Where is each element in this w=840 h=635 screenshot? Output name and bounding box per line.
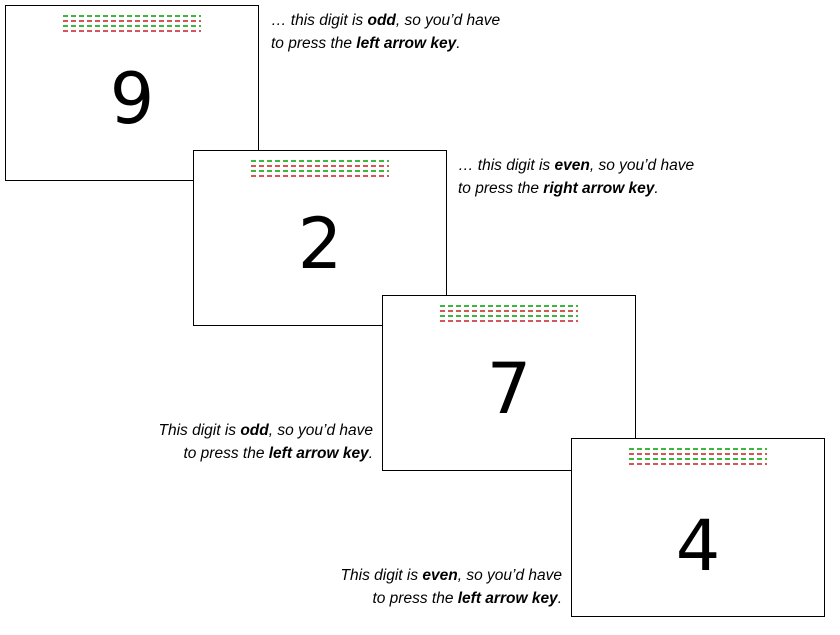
dash-row-red [440,310,578,312]
dash-row-red [251,165,389,167]
caption-line2-prefix: to press the [183,445,269,462]
caption-line2-prefix: to press the [271,35,357,52]
dash-row-green [629,458,767,460]
dash-row-red [63,20,201,22]
caption-middle: , so you’d have [395,12,501,29]
caption-parity: even [422,567,458,584]
caption-middle: , so you’d have [589,157,695,174]
caption-line2-prefix: to press the [372,590,458,607]
caption-2: … this digit is even, so you’d have to p… [458,154,694,200]
caption-line-1: This digit is odd, so you’d have [158,419,373,442]
caption-prefix: … this digit is [271,12,368,29]
caption-suffix: . [368,445,373,462]
caption-suffix: . [557,590,562,607]
caption-prefix: … this digit is [458,157,555,174]
caption-prefix: This digit is [340,567,423,584]
caption-middle: , so you’d have [268,422,373,439]
caption-line-1: … this digit is odd, so you’d have [271,9,500,32]
dash-row-green [251,170,389,172]
dash-pattern [629,448,767,468]
dash-row-red [251,175,389,177]
caption-line-2: to press the left arrow key. [341,587,562,610]
stimulus-digit: 2 [297,203,343,285]
stimulus-digit: 4 [675,505,721,587]
caption-key: left arrow key [457,590,558,607]
caption-line-2: to press the left arrow key. [158,442,373,465]
stimulus-digit: 7 [486,348,532,430]
dash-row-red [629,463,767,465]
caption-prefix: This digit is [158,422,241,439]
dash-row-red [440,320,578,322]
dash-row-red [63,30,201,32]
dash-row-green [63,25,201,27]
caption-suffix: . [654,180,659,197]
dash-pattern [440,305,578,325]
dash-row-green [63,15,201,17]
stimulus-card-4: 4 [571,438,825,617]
caption-line-2: to press the left arrow key. [271,32,500,55]
dash-row-green [251,160,389,162]
caption-parity: even [554,157,590,174]
dash-row-green [440,315,578,317]
caption-key: left arrow key [356,35,457,52]
dash-pattern [63,15,201,35]
dash-row-green [440,305,578,307]
caption-key: right arrow key [543,180,655,197]
caption-parity: odd [240,422,269,439]
caption-line-2: to press the right arrow key. [458,177,694,200]
caption-middle: , so you’d have [457,567,562,584]
caption-line-1: … this digit is even, so you’d have [458,154,694,177]
caption-3: This digit is odd, so you’d have to pres… [158,419,373,465]
caption-4: This digit is even, so you’d have to pre… [341,564,562,610]
caption-key: left arrow key [268,445,369,462]
caption-parity: odd [367,12,396,29]
dash-row-red [629,453,767,455]
caption-line-1: This digit is even, so you’d have [341,564,562,587]
stimulus-digit: 9 [109,58,155,140]
caption-line2-prefix: to press the [458,180,544,197]
dash-row-green [629,448,767,450]
dash-pattern [251,160,389,180]
caption-suffix: . [456,35,461,52]
caption-1: … this digit is odd, so you’d have to pr… [271,9,500,55]
